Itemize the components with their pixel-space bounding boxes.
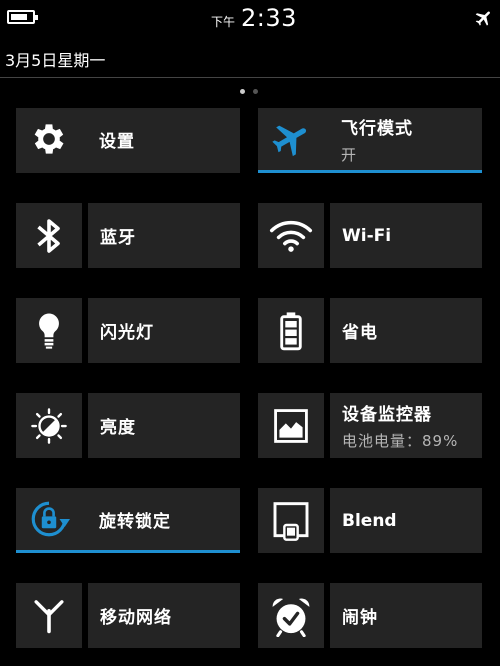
tile-alarm[interactable]: 闹钟 — [330, 583, 482, 648]
tile-wifi-icon-box[interactable] — [258, 203, 324, 268]
tile-label: 设备监控器 — [342, 405, 432, 425]
tile-device-monitor-icon-box[interactable] — [258, 393, 324, 458]
clock-time: 2:33 — [241, 4, 297, 32]
tile-label: 设置 — [99, 131, 135, 152]
status-bar: 下午 2:33 — [0, 0, 500, 40]
lightbulb-icon — [39, 313, 59, 349]
tile-sublabel: 开 — [341, 145, 358, 164]
tile-label: 飞行模式 — [341, 118, 413, 139]
tile-label: 省电 — [342, 323, 378, 343]
battery-saver-icon — [280, 311, 302, 350]
clock-ampm: 下午 — [211, 15, 236, 29]
tile-bluetooth-icon-box[interactable] — [16, 203, 82, 268]
tile-wifi[interactable]: Wi-Fi — [330, 203, 482, 268]
antenna-icon — [34, 599, 64, 633]
tile-label: Wi-Fi — [342, 225, 392, 246]
tile-airplane-text: 飞行模式 开 — [329, 108, 482, 170]
page-dot-1[interactable] — [240, 89, 245, 94]
tile-sublabel: 电池电量：89% — [342, 432, 459, 450]
tile-flashlight[interactable]: 闪光灯 — [88, 298, 240, 363]
status-clock: 下午 2:33 — [211, 4, 297, 34]
tile-blend[interactable]: Blend — [330, 488, 482, 553]
tile-label: 闹钟 — [342, 608, 378, 628]
picture-icon — [274, 408, 308, 443]
tile-flashlight-icon-box[interactable] — [16, 298, 82, 363]
tile-mobile-network[interactable]: 移动网络 — [88, 583, 240, 648]
tile-label: 闪光灯 — [100, 323, 154, 343]
battery-icon — [7, 10, 38, 24]
tile-settings-text: 设置 — [87, 108, 240, 170]
tile-rotation-lock-text: 旋转锁定 — [87, 488, 240, 550]
tile-alarm-icon-box[interactable] — [258, 583, 324, 648]
rotation-lock-icon — [16, 488, 82, 550]
blend-icon — [273, 501, 309, 541]
brightness-icon — [31, 407, 67, 444]
wifi-icon — [269, 220, 313, 252]
tile-brightness[interactable]: 亮度 — [88, 393, 240, 458]
date-label: 3月5日星期一 — [5, 51, 106, 70]
airplane-icon — [258, 108, 324, 170]
tile-blend-icon-box[interactable] — [258, 488, 324, 553]
alarm-clock-icon — [272, 597, 310, 637]
tile-device-monitor[interactable]: 设备监控器 电池电量：89% — [330, 393, 482, 458]
tile-label: 旋转锁定 — [99, 511, 171, 532]
page-dot-2[interactable] — [253, 89, 258, 94]
tile-label: 蓝牙 — [100, 228, 136, 248]
tile-settings[interactable]: 设置 — [16, 108, 240, 173]
page-indicator — [240, 89, 258, 94]
tile-brightness-icon-box[interactable] — [16, 393, 82, 458]
tile-label: 移动网络 — [100, 608, 172, 628]
tile-battery-saver-icon-box[interactable] — [258, 298, 324, 363]
tile-label: 亮度 — [100, 418, 136, 438]
tile-battery-saver[interactable]: 省电 — [330, 298, 482, 363]
gear-icon — [16, 108, 82, 170]
tile-rotation-lock[interactable]: 旋转锁定 — [16, 488, 240, 553]
tile-mobile-network-icon-box[interactable] — [16, 583, 82, 648]
tile-airplane[interactable]: 飞行模式 开 — [258, 108, 482, 173]
divider — [0, 77, 500, 78]
airplane-icon — [475, 11, 490, 26]
bluetooth-icon — [37, 218, 60, 253]
tile-bluetooth[interactable]: 蓝牙 — [88, 203, 240, 268]
tile-label: Blend — [342, 510, 397, 531]
